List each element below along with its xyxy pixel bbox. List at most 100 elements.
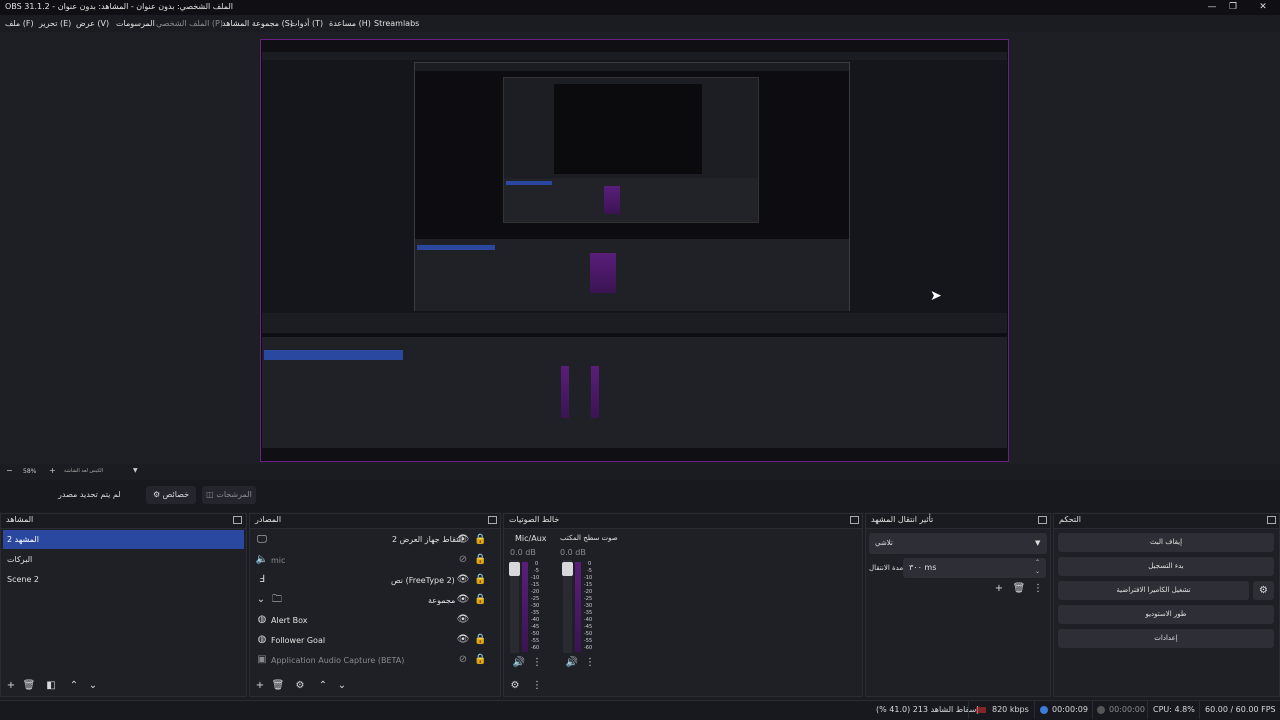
source-item-4[interactable]: مجموعة xyxy=(428,596,455,605)
scale-tick: -40 xyxy=(531,617,540,623)
audio-mixer-float-icon[interactable] xyxy=(850,516,859,524)
channel-2-fader-handle[interactable] xyxy=(562,562,573,576)
lock-icon[interactable]: 🔒 xyxy=(474,594,486,606)
status-divider xyxy=(1199,701,1200,719)
channel-1-mute-icon[interactable]: 🔊 xyxy=(512,657,526,669)
nested-statusbar xyxy=(262,448,1007,461)
virtual-camera-settings-icon[interactable]: ⚙ xyxy=(1253,581,1274,600)
menu-docks[interactable]: المرسومات xyxy=(116,19,155,28)
settings-button[interactable]: إعدادات xyxy=(1058,629,1274,648)
controls-float-icon[interactable] xyxy=(1267,516,1276,524)
eye-icon[interactable]: 👁 xyxy=(456,634,470,646)
add-transition-icon[interactable]: + xyxy=(992,583,1006,595)
source-item-7[interactable]: Application Audio Capture (BETA) xyxy=(271,656,404,665)
monitor-icon: 🖵 xyxy=(257,534,267,545)
zoom-level: 58% xyxy=(23,468,37,475)
source-item-5[interactable]: Alert Box xyxy=(271,616,307,625)
channel-2-name: صوت سطح المكتب xyxy=(560,534,618,542)
nested-meter-a xyxy=(561,366,569,418)
channel-2-mute-icon[interactable]: 🔊 xyxy=(565,657,579,669)
menu-streamlabs[interactable]: Streamlabs xyxy=(374,19,419,28)
source-move-up-icon[interactable]: ⌃ xyxy=(316,680,330,692)
properties-button[interactable]: ⚙ خصائص xyxy=(146,486,196,504)
close-button[interactable]: ✕ xyxy=(1246,0,1280,15)
eye-icon[interactable]: 👁 xyxy=(456,534,470,546)
scale-tick: -40 xyxy=(584,617,593,623)
zoom-dropdown-icon[interactable]: ▼ xyxy=(133,467,138,474)
lock-icon[interactable]: 🔒 xyxy=(474,554,486,566)
zoom-in-button[interactable]: + xyxy=(49,466,56,475)
remove-source-icon[interactable]: 🗑 xyxy=(271,680,285,692)
mixer-settings-icon[interactable]: ⚙ xyxy=(508,680,522,692)
menu-tools[interactable]: أدوات (T) xyxy=(290,19,323,28)
lock-icon[interactable]: 🔒 xyxy=(474,654,486,666)
source-properties-icon[interactable]: ⚙ xyxy=(293,680,307,692)
chevron-up-icon[interactable]: ⌃ xyxy=(1035,559,1040,566)
fps: 60.00 / 60.00 FPS xyxy=(1205,705,1276,714)
eye-icon[interactable]: 👁 xyxy=(456,594,470,606)
no-source-label: لم يتم تحديد مصدر xyxy=(58,490,121,499)
scene-move-up-icon[interactable]: ⌃ xyxy=(67,680,81,692)
transitions-float-icon[interactable] xyxy=(1038,516,1047,524)
menu-view[interactable]: عرض (V) xyxy=(76,19,109,28)
duration-label: مدة الانتقال xyxy=(869,564,904,572)
maximize-button[interactable]: ❐ xyxy=(1216,0,1250,15)
eye-icon[interactable]: 👁 xyxy=(456,574,470,586)
nested-meter xyxy=(590,253,616,293)
menu-file[interactable]: ملف (F) xyxy=(5,19,34,28)
scene-item-3[interactable]: Scene 2 xyxy=(7,575,39,584)
scale-tick: 0 xyxy=(535,561,539,567)
source-item-3[interactable]: نص (FreeType 2) xyxy=(391,576,455,585)
channel-1-meter xyxy=(522,562,528,652)
start-recording-button[interactable]: بدء التسجيل xyxy=(1058,557,1274,576)
channel-2-menu-icon[interactable]: ⋮ xyxy=(585,657,595,669)
menu-scene-collection[interactable]: مجموعة المشاهد (S) xyxy=(222,19,293,28)
transition-select[interactable] xyxy=(869,533,1047,554)
filters-button[interactable]: ◫ المرشحات xyxy=(202,486,256,504)
chevron-down-icon[interactable]: ⌄ xyxy=(1035,568,1040,575)
add-source-icon[interactable]: + xyxy=(253,680,267,692)
stop-streaming-button[interactable]: إيقاف البث xyxy=(1058,533,1274,552)
preview-canvas[interactable]: ➤ xyxy=(260,39,1009,462)
source-item-6[interactable]: Follower Goal xyxy=(271,636,325,645)
channel-1-db: 0.0 dB xyxy=(510,548,536,557)
nested-titlebar xyxy=(262,40,1007,52)
scene-item-2[interactable]: البركات xyxy=(7,555,32,564)
filters-label: المرشحات xyxy=(216,490,252,499)
menu-help[interactable]: مساعدة (H) xyxy=(329,19,371,28)
source-item-2[interactable]: mic xyxy=(271,556,285,565)
remove-transition-icon[interactable]: 🗑 xyxy=(1012,583,1026,595)
scene-item-selected[interactable] xyxy=(3,530,244,549)
channel-1-fader-handle[interactable] xyxy=(509,562,520,576)
studio-mode-button[interactable]: طور الاستوديو xyxy=(1058,605,1274,624)
zoom-out-button[interactable]: − xyxy=(6,466,13,475)
add-scene-icon[interactable]: + xyxy=(4,680,18,692)
source-item-1[interactable]: التقاط جهاز العرض 2 xyxy=(392,535,463,544)
channel-1-menu-icon[interactable]: ⋮ xyxy=(532,657,542,669)
nested-scene-selected xyxy=(417,245,495,250)
chevron-down-icon[interactable]: ⌄ xyxy=(255,594,267,606)
audio-mixer-title: خالط الصوتيات xyxy=(509,515,560,524)
scenes-float-icon[interactable] xyxy=(233,516,242,524)
mixer-menu-icon[interactable]: ⋮ xyxy=(530,680,544,692)
lock-icon[interactable]: 🔒 xyxy=(474,634,486,646)
menu-profile[interactable]: الملف الشخصي (P) xyxy=(156,19,223,28)
lock-icon[interactable]: 🔒 xyxy=(474,534,486,546)
scene-move-down-icon[interactable]: ⌄ xyxy=(86,680,100,692)
lock-icon[interactable]: 🔒 xyxy=(474,574,486,586)
eye-hidden-icon[interactable]: ⊘ xyxy=(456,654,470,666)
eye-hidden-icon[interactable]: ⊘ xyxy=(456,554,470,566)
scene-filters-icon[interactable]: ◧ xyxy=(44,680,58,692)
dropped-frames: إسقاط الشاهد 213 (41.0 %) xyxy=(876,705,979,714)
transition-menu-icon[interactable]: ⋮ xyxy=(1032,583,1044,595)
eye-icon[interactable]: 👁 xyxy=(456,614,470,626)
remove-scene-icon[interactable]: 🗑 xyxy=(22,680,36,692)
scene-item-1[interactable]: المشهد 2 xyxy=(7,535,39,544)
start-virtual-camera-button[interactable]: تشغيل الكاميرا الافتراضية xyxy=(1058,581,1249,600)
speaker-icon: 🔈 xyxy=(255,554,269,565)
sources-float-icon[interactable] xyxy=(488,516,497,524)
menu-edit[interactable]: تحرير (E) xyxy=(39,19,71,28)
nested-canvas xyxy=(414,62,850,311)
gear-icon: ⚙ xyxy=(152,490,161,499)
source-move-down-icon[interactable]: ⌄ xyxy=(335,680,349,692)
